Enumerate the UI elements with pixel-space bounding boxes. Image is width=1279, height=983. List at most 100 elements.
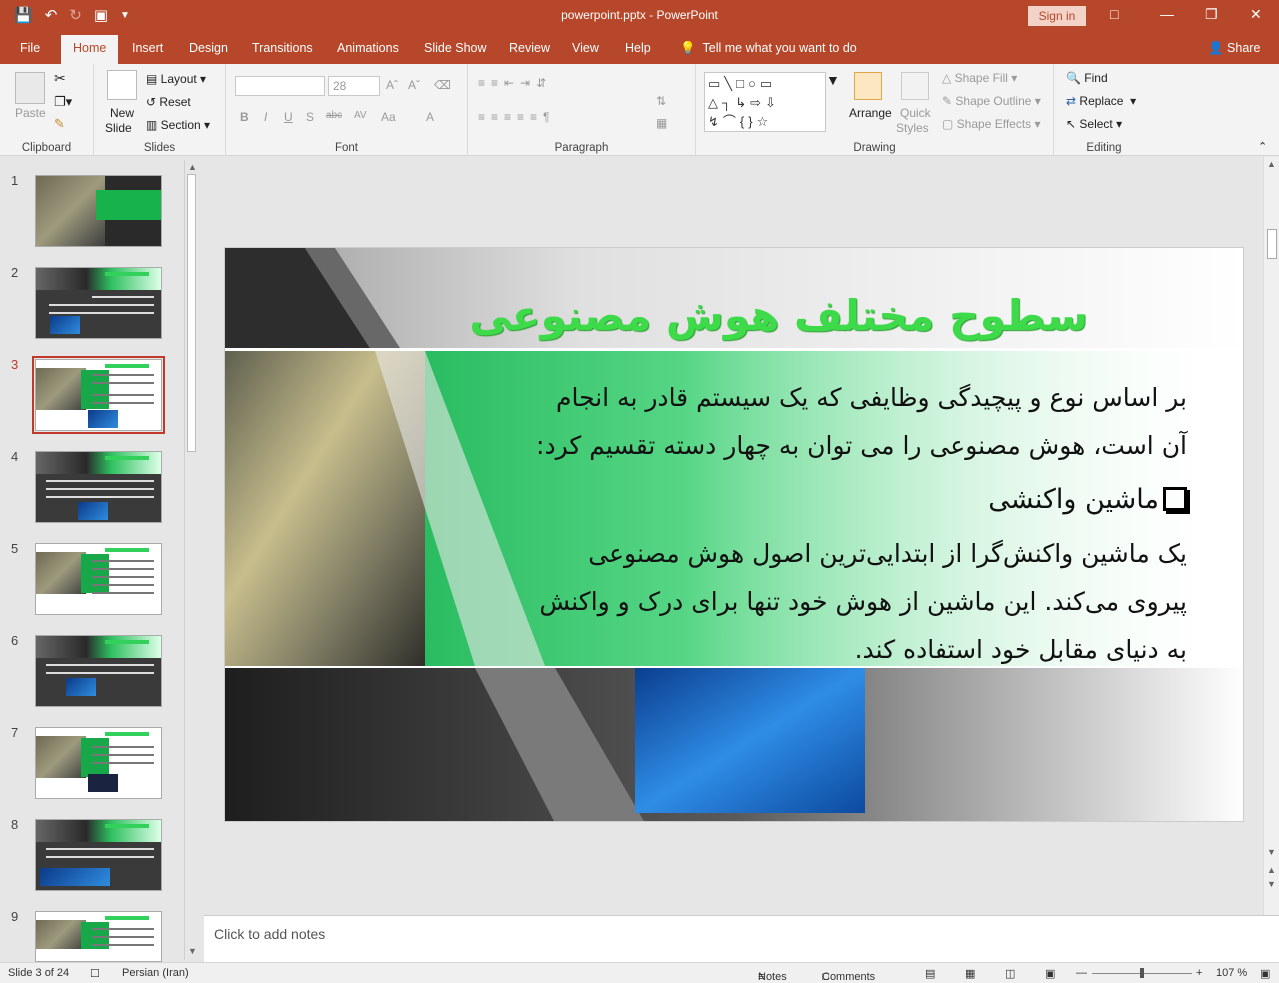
ribbon-display-options-icon[interactable]: □: [1110, 6, 1118, 22]
quick-styles-label-2[interactable]: Styles: [896, 121, 929, 135]
find-button[interactable]: 🔍 Find: [1066, 71, 1108, 85]
slide-sorter-icon[interactable]: ▦: [965, 967, 975, 980]
shape-outline-button[interactable]: ✎ Shape Outline ▾: [942, 94, 1041, 108]
copy-icon[interactable]: ❐▾: [54, 94, 72, 110]
tab-help[interactable]: Help: [625, 41, 651, 55]
minimize-icon[interactable]: —: [1160, 6, 1174, 22]
font-size-dropdown[interactable]: 28: [328, 76, 380, 96]
italic-button[interactable]: I: [264, 110, 267, 124]
layout-button[interactable]: ▤ Layout ▾: [146, 72, 206, 86]
format-painter-icon[interactable]: ✎: [54, 116, 65, 132]
slide-thumbnail-8[interactable]: [35, 819, 162, 891]
slide-thumbnail-3[interactable]: [35, 359, 162, 431]
bullets-icon[interactable]: ≡≡⇤⇥⇵: [478, 76, 552, 90]
reading-view-icon[interactable]: ◫: [1005, 967, 1015, 980]
thumbnail-image: [50, 316, 80, 334]
new-slide-icon[interactable]: [107, 70, 137, 100]
thumbnail-scrollbar[interactable]: ▲ ▼: [184, 160, 198, 960]
clear-formatting-icon[interactable]: ⌫: [434, 78, 451, 92]
slide-thumbnail-1[interactable]: [35, 175, 162, 247]
shape-fill-button[interactable]: △ Shape Fill ▾: [942, 71, 1017, 85]
arrange-label[interactable]: Arrange: [849, 106, 892, 120]
shapes-gallery[interactable]: ▭╲□○▭ △┐↳⇨⇩ ↯⌒{}☆: [704, 72, 826, 132]
section-button[interactable]: ▥ Section ▾: [146, 118, 210, 132]
previous-slide-icon[interactable]: ▲: [1267, 865, 1276, 875]
next-slide-icon[interactable]: ▼: [1267, 879, 1276, 889]
slide-body-text[interactable]: بر اساس نوع و پیچیدگی وظایفی که یک سیستم…: [473, 374, 1187, 674]
close-icon[interactable]: ✕: [1250, 6, 1262, 23]
sign-in-button[interactable]: Sign in: [1028, 6, 1086, 26]
language-indicator[interactable]: Persian (Iran): [122, 967, 189, 979]
slide-thumbnail-2[interactable]: [35, 267, 162, 339]
replace-button[interactable]: ⇄ Replace ▾: [1066, 94, 1136, 108]
tab-slide-show[interactable]: Slide Show: [424, 41, 487, 55]
quick-styles-label-1[interactable]: Quick: [900, 106, 931, 120]
decrease-font-icon[interactable]: Aˇ: [408, 78, 420, 92]
tab-view[interactable]: View: [572, 41, 599, 55]
tab-insert[interactable]: Insert: [132, 41, 163, 55]
new-slide-label-1[interactable]: New: [110, 106, 134, 120]
slide-thumbnail-9[interactable]: [35, 911, 162, 962]
slide-canvas[interactable]: سطوح مختلف هوش مصنوعی بر اساس نوع و پیچی…: [224, 247, 1244, 822]
zoom-slider-handle[interactable]: [1140, 968, 1144, 978]
normal-view-icon[interactable]: ▤: [925, 967, 935, 980]
slide-thumbnail-6[interactable]: [35, 635, 162, 707]
arrange-icon[interactable]: [854, 72, 882, 100]
slide-title[interactable]: سطوح مختلف هوش مصنوعی: [469, 291, 1088, 340]
select-button[interactable]: ↖ Select ▾: [1066, 117, 1122, 131]
new-slide-label-2[interactable]: Slide: [105, 121, 132, 135]
smartart-icon[interactable]: ▦: [656, 116, 667, 130]
slide-show-icon[interactable]: ▣: [1045, 967, 1055, 980]
zoom-level[interactable]: 107 %: [1216, 967, 1247, 979]
shapes-more-icon[interactable]: ▼: [826, 72, 840, 88]
tab-review[interactable]: Review: [509, 41, 550, 55]
cut-icon[interactable]: ✂: [54, 70, 66, 87]
scroll-down-icon[interactable]: ▼: [188, 946, 197, 956]
tell-me-search[interactable]: 💡 Tell me what you want to do: [680, 41, 857, 56]
align-icons[interactable]: ≡≡≡≡≡¶: [478, 110, 555, 124]
slide-thumbnail-5[interactable]: [35, 543, 162, 615]
bold-button[interactable]: B: [240, 110, 249, 124]
tab-file[interactable]: File: [20, 41, 40, 55]
collapse-ribbon-icon[interactable]: ⌃: [1258, 140, 1267, 153]
font-name-dropdown[interactable]: [235, 76, 325, 96]
font-color-button[interactable]: A: [426, 110, 434, 124]
slide-thumbnail-7[interactable]: [35, 727, 162, 799]
restore-icon[interactable]: ❐: [1205, 6, 1218, 23]
thumbnail-text: [92, 746, 154, 748]
thumbnail-number: 2: [11, 265, 19, 280]
thumbnail-text: [92, 754, 154, 756]
scroll-up-icon[interactable]: ▲: [188, 162, 197, 172]
reset-button[interactable]: ↺ Reset: [146, 95, 191, 109]
shape-effects-button[interactable]: ▢ Shape Effects ▾: [942, 117, 1041, 131]
share-button[interactable]: 👤 Share: [1208, 41, 1260, 56]
tab-home[interactable]: Home: [61, 35, 119, 65]
zoom-out-icon[interactable]: —: [1076, 967, 1087, 979]
notes-pane[interactable]: Click to add notes: [204, 915, 1279, 962]
spell-check-icon[interactable]: ☐: [90, 967, 100, 980]
underline-button[interactable]: U: [284, 110, 293, 124]
fit-slide-icon[interactable]: ▣: [1260, 967, 1270, 980]
character-spacing-button[interactable]: AV: [354, 110, 367, 121]
increase-font-icon[interactable]: Aˆ: [386, 78, 398, 92]
scroll-down-icon[interactable]: ▼: [1267, 847, 1276, 857]
thumbnail-number: 9: [11, 909, 19, 924]
strikethrough-button[interactable]: abc: [326, 110, 342, 121]
tab-animations[interactable]: Animations: [337, 41, 399, 55]
zoom-in-icon[interactable]: +: [1196, 967, 1202, 979]
quick-styles-icon[interactable]: [901, 72, 929, 100]
editor-scrollbar[interactable]: ▲ ▼ ▲ ▼: [1263, 157, 1279, 915]
change-case-button[interactable]: Aa: [381, 110, 396, 124]
thumbnail-scroll-thumb[interactable]: [187, 174, 196, 452]
shadow-button[interactable]: S: [306, 110, 314, 124]
tab-design[interactable]: Design: [189, 41, 228, 55]
scroll-up-icon[interactable]: ▲: [1267, 159, 1276, 169]
slide-thumbnail-4[interactable]: [35, 451, 162, 523]
text-direction-icon[interactable]: ⇅: [656, 94, 666, 108]
paste-icon[interactable]: [15, 72, 45, 104]
thumbnail-title: [104, 272, 149, 276]
thumbnail-title: [104, 364, 149, 368]
shape-outline-label: Shape Outline: [955, 94, 1032, 108]
editor-scroll-thumb[interactable]: [1267, 229, 1277, 259]
tab-transitions[interactable]: Transitions: [252, 41, 313, 55]
